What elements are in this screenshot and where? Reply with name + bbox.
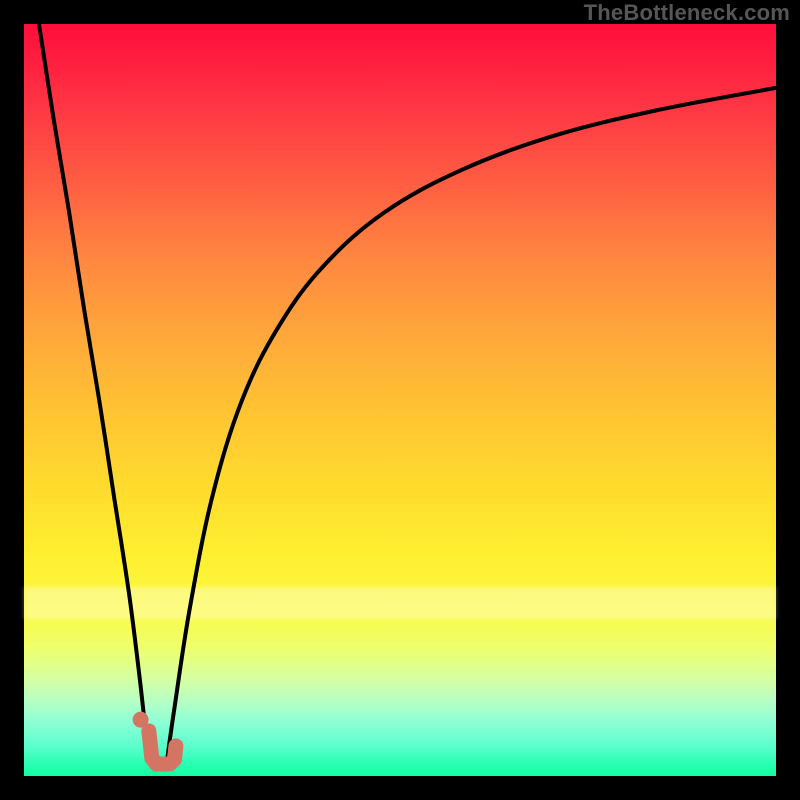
watermark-text: TheBottleneck.com <box>584 0 790 26</box>
right-arm-curve <box>167 88 776 761</box>
left-arm-curve <box>39 24 148 753</box>
plot-area <box>24 24 776 776</box>
chart-frame: TheBottleneck.com <box>0 0 800 800</box>
curve-layer <box>24 24 776 776</box>
